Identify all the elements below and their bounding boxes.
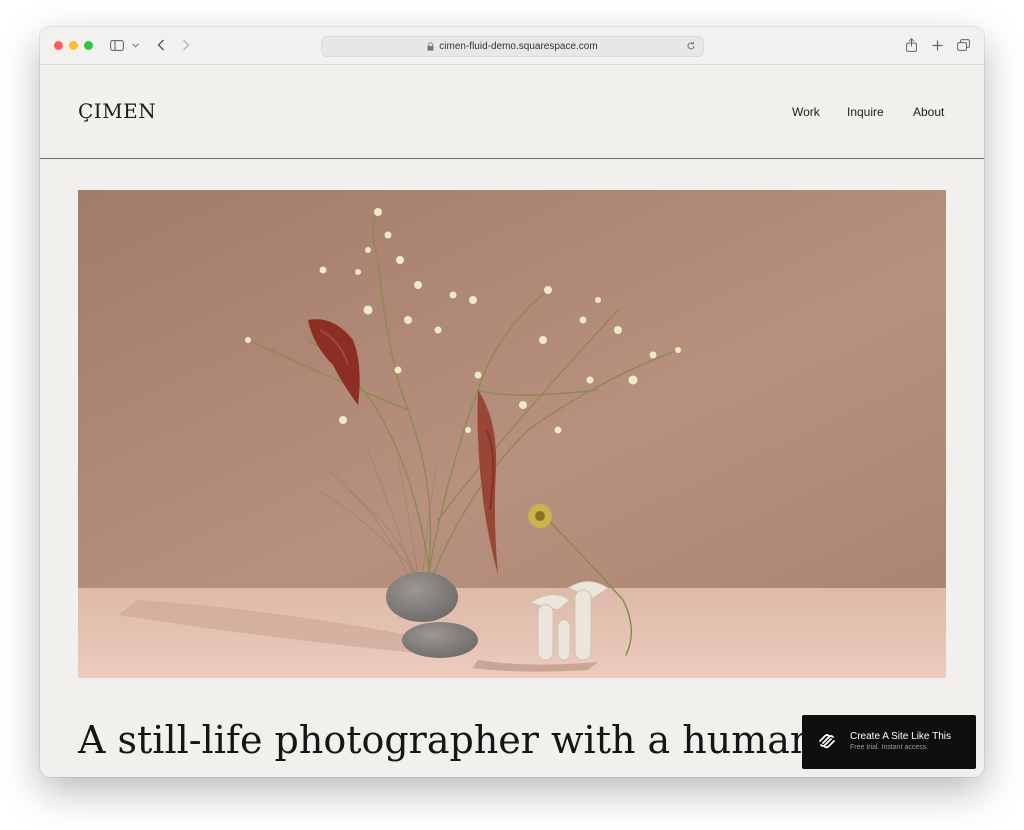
lock-icon [427,42,434,51]
nav-link-work[interactable]: Work [792,105,820,119]
plus-icon[interactable] [930,35,944,55]
reload-icon[interactable] [686,41,696,51]
site-header: ÇIMEN Work Inquire About [40,65,984,159]
nav-link-inquire[interactable]: Inquire [847,105,884,119]
still-life-photo [78,190,946,678]
badge-subtitle: Free trial. Instant access. [850,744,929,751]
close-light[interactable] [54,41,63,50]
chevron-down-icon[interactable] [130,35,140,55]
browser-window: cimen-fluid-demo.squarespace.com ÇIMEN W… [40,27,984,777]
nav-link-about[interactable]: About [913,105,944,119]
minimize-light[interactable] [69,41,78,50]
badge-title: Create A Site Like This [850,731,951,742]
zoom-light[interactable] [84,41,93,50]
url-text: cimen-fluid-demo.squarespace.com [439,41,598,52]
create-site-badge[interactable]: Create A Site Like This Free trial. Inst… [802,715,976,769]
hero-image [78,190,946,678]
forward-icon[interactable] [179,35,193,55]
share-icon[interactable] [904,35,918,55]
tabs-icon[interactable] [956,35,970,55]
address-bar[interactable]: cimen-fluid-demo.squarespace.com [321,36,704,57]
squarespace-logo-icon [818,733,836,749]
page-headline: A still-life photographer with a human h… [78,718,897,762]
site-logo[interactable]: ÇIMEN [78,99,156,123]
sidebar-icon[interactable] [109,35,125,55]
browser-toolbar: cimen-fluid-demo.squarespace.com [40,27,984,65]
back-icon[interactable] [154,35,168,55]
